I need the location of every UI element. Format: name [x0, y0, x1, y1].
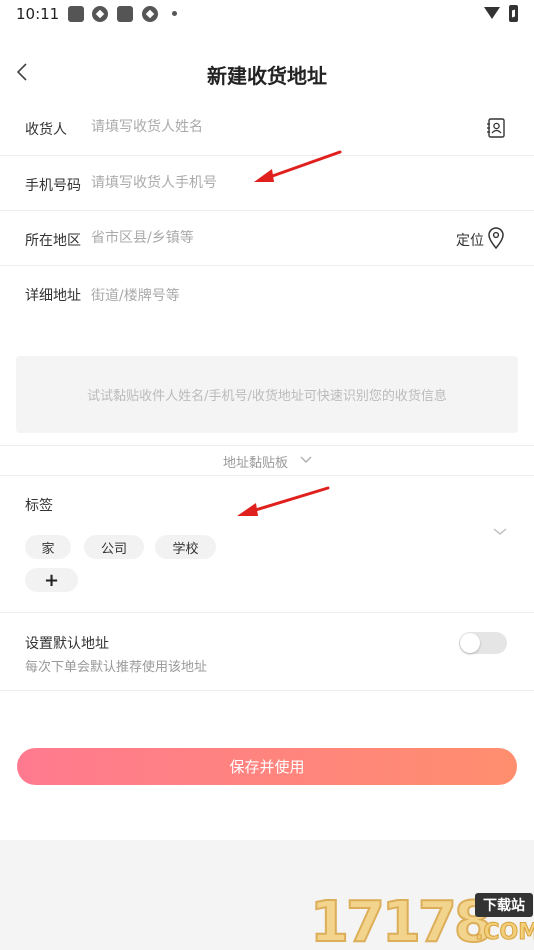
clipboard-toggle[interactable]: 地址黏贴板 [0, 446, 534, 476]
watermark-logo: 17178 下载站 .COM [309, 889, 534, 950]
default-address-title: 设置默认地址 [25, 636, 109, 652]
locate-button[interactable]: 定位 [456, 230, 484, 250]
location-pin-icon[interactable] [487, 227, 505, 249]
page-title: 新建收货地址 [207, 64, 327, 88]
detail-label: 详细地址 [25, 288, 81, 304]
notification-aperture-icon [92, 6, 108, 22]
watermark-domain: .COM [474, 920, 534, 946]
annotation-arrow-icon [254, 150, 342, 182]
wifi-icon [484, 7, 500, 19]
nav-bar: 新建收货地址 [0, 46, 534, 100]
chevron-down-icon [300, 456, 312, 463]
region-input[interactable] [91, 230, 421, 246]
toggle-knob [460, 633, 480, 653]
save-and-use-button[interactable]: 保存并使用 [17, 748, 517, 785]
detail-address-input[interactable] [91, 285, 421, 335]
battery-charging-icon [509, 5, 518, 22]
paste-area[interactable]: 试试黏贴收件人姓名/手机号/收货地址可快速识别您的收货信息 [16, 356, 518, 433]
tags-title: 标签 [25, 498, 53, 514]
tag-company[interactable]: 公司 [84, 535, 144, 559]
phone-label: 手机号码 [25, 178, 81, 194]
receiver-name-input[interactable] [91, 119, 421, 135]
chevron-down-icon[interactable] [493, 528, 507, 536]
region-row: 所在地区 [0, 211, 534, 266]
watermark-badge: 下载站 [475, 893, 533, 917]
add-tag-button[interactable]: + [25, 568, 78, 592]
notification-square-icon [68, 6, 84, 22]
tag-home[interactable]: 家 [25, 535, 71, 559]
contacts-book-icon[interactable] [487, 118, 505, 138]
default-address-subtitle: 每次下单会默认推荐使用该地址 [25, 660, 208, 675]
status-time: 10:11 [16, 5, 60, 23]
default-address-toggle[interactable] [459, 632, 507, 654]
status-bar: 10:11 [0, 0, 534, 28]
detail-row: 详细地址 [0, 266, 534, 345]
clipboard-label: 地址黏贴板 [223, 456, 289, 471]
notification-aperture-icon [142, 6, 158, 22]
receiver-label: 收货人 [25, 122, 67, 138]
watermark-number: 17178 [309, 889, 494, 950]
annotation-arrow-icon [237, 486, 330, 516]
notification-square-icon [117, 6, 133, 22]
tag-school[interactable]: 学校 [155, 535, 216, 559]
region-label: 所在地区 [25, 233, 81, 249]
notification-dot-icon [172, 11, 177, 16]
default-address-row: 设置默认地址 每次下单会默认推荐使用该地址 [0, 612, 534, 691]
